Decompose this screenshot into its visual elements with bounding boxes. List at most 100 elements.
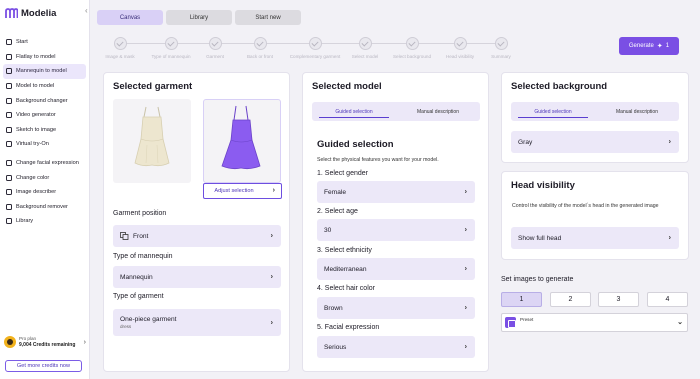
sidebar-item-change-facial-expression[interactable]: Change facial expression	[3, 156, 86, 171]
remove-bg-icon	[6, 203, 12, 210]
image-count-2[interactable]: 2	[550, 292, 591, 307]
sidebar-item-sketch-to-image[interactable]: Sketch to image	[3, 123, 86, 138]
check-icon	[308, 37, 322, 50]
facial-expression-select[interactable]: Serious ›	[317, 336, 475, 358]
generate-button[interactable]: Generate ✦ 1	[619, 37, 679, 55]
garment-panel-title: Selected garment	[113, 81, 193, 92]
head-visibility-select[interactable]: Show full head ›	[511, 227, 679, 249]
cream-dress-image	[134, 106, 170, 167]
ethnicity-select[interactable]: Mediterranean ›	[317, 258, 475, 280]
background-selection-mode: Guided selection Manual description	[511, 102, 679, 121]
chevron-right-icon: ›	[668, 234, 671, 242]
garment-type-select[interactable]: One-piece garment dress ›	[113, 309, 281, 336]
gender-select[interactable]: Female ›	[317, 181, 475, 203]
tab-manual-description[interactable]: Manual description	[595, 102, 679, 121]
describe-icon	[6, 189, 12, 196]
preset-select[interactable]: Preset ⌄	[501, 313, 688, 332]
background-panel-title: Selected background	[511, 81, 608, 92]
guided-selection-title: Guided selection	[317, 139, 394, 150]
generate-count: 1	[665, 43, 670, 49]
background-select[interactable]: Gray ›	[511, 131, 679, 153]
chevron-right-icon: ›	[464, 343, 467, 351]
sparkle-icon: ✦	[656, 43, 663, 50]
sidebar-item-image-describer[interactable]: Image describer	[3, 185, 86, 200]
home-icon	[6, 39, 12, 46]
model-icon	[6, 83, 12, 90]
chevron-right-icon: ›	[270, 232, 273, 240]
image-count-3[interactable]: 3	[598, 292, 639, 307]
tab-canvas[interactable]: Canvas	[97, 10, 163, 25]
tab-guided-selection[interactable]: Guided selection	[312, 102, 396, 121]
chevron-right-icon: ›	[270, 319, 273, 326]
model-panel-title: Selected model	[312, 81, 382, 92]
garment-position-select[interactable]: Front ›	[113, 225, 281, 247]
adjust-selection-button[interactable]: Adjust selection ›	[203, 183, 282, 199]
step-summary[interactable]: Summary	[471, 37, 531, 59]
tab-manual-description[interactable]: Manual description	[396, 102, 480, 121]
hair-color-label: 4. Select hair color	[317, 285, 375, 292]
brand[interactable]: Modelia	[5, 6, 56, 20]
garment-type-value: One-piece garment	[120, 316, 177, 323]
check-icon	[208, 37, 222, 50]
chevron-right-icon: ›	[464, 188, 467, 196]
chevron-down-icon: ⌄	[677, 319, 683, 326]
library-icon	[6, 218, 12, 225]
brand-name: Modelia	[21, 7, 57, 19]
tab-guided-selection[interactable]: Guided selection	[511, 102, 595, 121]
sidebar-item-background-remover[interactable]: Background remover	[3, 200, 86, 215]
sidebar-item-change-color[interactable]: Change color	[3, 170, 86, 185]
model-panel: Selected model Guided selection Manual d…	[302, 72, 489, 372]
sidebar-item-virtual-try-on[interactable]: Virtual try-On	[3, 137, 86, 152]
mannequin-type-label: Type of mannequin	[113, 253, 173, 260]
chevron-right-icon: ›	[668, 138, 671, 146]
sidebar-item-start[interactable]: Start	[3, 35, 86, 50]
collapse-sidebar-icon[interactable]: ‹	[85, 6, 88, 15]
sidebar-item-library[interactable]: Library	[3, 214, 86, 229]
garment-image-masked[interactable]	[203, 99, 281, 183]
sidebar-item-background-changer[interactable]: Background changer	[3, 93, 86, 108]
image-count-4[interactable]: 4	[647, 292, 688, 307]
sidebar-nav: Start Flatlay to model Mannequin to mode…	[3, 35, 86, 229]
sidebar-item-video-generator[interactable]: Video generator	[3, 108, 86, 123]
ethnicity-label: 3. Select ethnicity	[317, 247, 372, 254]
sidebar-item-model-to-model[interactable]: Model to model	[3, 79, 86, 94]
sidebar-item-mannequin-to-model[interactable]: Mannequin to model	[3, 64, 86, 79]
check-icon	[453, 37, 467, 50]
check-icon	[405, 37, 419, 50]
background-icon	[6, 97, 12, 104]
mannequin-icon	[6, 68, 12, 75]
plan-info[interactable]: Pro plan 9,004 Credits remaining ›	[4, 335, 88, 349]
tab-start-new[interactable]: Start new	[235, 10, 301, 25]
sketch-icon	[6, 126, 12, 133]
check-icon	[164, 37, 178, 50]
credits-remaining: 9,004 Credits remaining	[19, 342, 76, 348]
image-count-1[interactable]: 1	[501, 292, 542, 307]
palette-icon	[6, 174, 12, 181]
garment-position-label: Garment position	[113, 210, 167, 217]
garment-image-original[interactable]	[113, 99, 191, 183]
check-icon	[253, 37, 267, 50]
avatar	[4, 336, 16, 348]
chevron-right-icon: ›	[464, 265, 467, 273]
mannequin-type-select[interactable]: Mannequin ›	[113, 266, 281, 288]
age-select[interactable]: 30 ›	[317, 219, 475, 241]
face-icon	[6, 160, 12, 167]
chevron-right-icon: ›	[272, 187, 275, 194]
head-visibility-title: Head visibility	[511, 180, 575, 191]
chevron-right-icon: ›	[83, 338, 86, 346]
chevron-right-icon: ›	[464, 304, 467, 312]
preset-icon	[505, 317, 516, 328]
get-more-credits-button[interactable]: Get more credits now	[5, 360, 82, 372]
tryon-icon	[6, 141, 12, 148]
tab-library[interactable]: Library	[166, 10, 232, 25]
flatlay-icon	[6, 53, 12, 60]
sidebar-item-flatlay-to-model[interactable]: Flatlay to model	[3, 50, 86, 65]
age-label: 2. Select age	[317, 208, 358, 215]
check-icon	[113, 37, 127, 50]
modelia-logo-icon	[5, 7, 18, 18]
step-back-or-front[interactable]: Back or front	[230, 37, 290, 59]
plan-name: Pro plan	[19, 336, 37, 341]
head-visibility-panel: Head visibility Control the visibility o…	[501, 171, 689, 260]
hair-color-select[interactable]: Brown ›	[317, 297, 475, 319]
chevron-right-icon: ›	[270, 273, 273, 281]
